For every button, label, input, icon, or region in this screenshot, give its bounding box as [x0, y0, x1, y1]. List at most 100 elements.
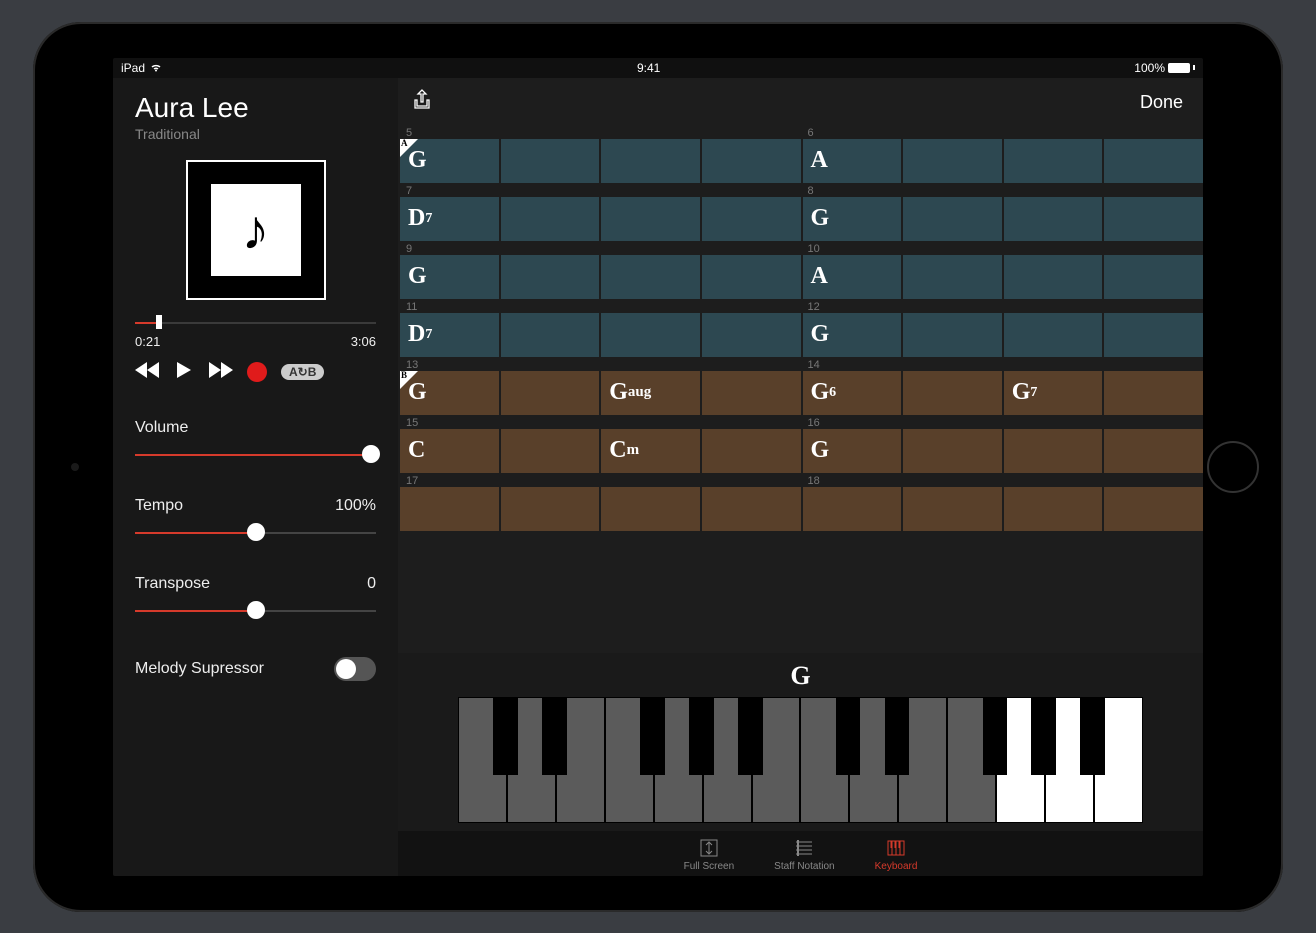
chord-cell[interactable] [501, 371, 600, 415]
chord-cell[interactable] [1104, 371, 1203, 415]
chord-cell[interactable] [400, 487, 499, 531]
home-button[interactable] [1207, 441, 1259, 493]
black-key[interactable] [1080, 697, 1105, 775]
wifi-icon [149, 61, 163, 75]
chord-cells[interactable]: GA [400, 255, 1203, 299]
chord-cell[interactable]: D7 [400, 313, 499, 357]
chord-cell[interactable]: G [803, 197, 902, 241]
chord-cell[interactable] [1004, 139, 1103, 183]
transpose-slider[interactable] [135, 601, 376, 619]
black-key[interactable] [542, 697, 567, 775]
chord-row: 56AGA [400, 127, 1203, 183]
chord-cell[interactable] [903, 255, 1002, 299]
black-key[interactable] [1031, 697, 1056, 775]
chord-cell[interactable] [903, 313, 1002, 357]
chord-cells[interactable]: BGGaugG6G7 [400, 371, 1203, 415]
share-icon[interactable] [410, 88, 434, 117]
chord-cell[interactable]: G6 [803, 371, 902, 415]
chord-cell[interactable] [1104, 139, 1203, 183]
chord-cells[interactable]: D7 G [400, 313, 1203, 357]
chord-cell[interactable] [601, 139, 700, 183]
chord-cell[interactable] [601, 255, 700, 299]
black-key[interactable] [983, 697, 1008, 775]
chord-cells[interactable]: D7 G [400, 197, 1203, 241]
done-button[interactable]: Done [1140, 92, 1183, 113]
tab-keyboard-label: Keyboard [875, 861, 918, 872]
chord-cell[interactable] [1104, 487, 1203, 531]
chord-cell[interactable]: D7 [400, 197, 499, 241]
black-key[interactable] [885, 697, 910, 775]
ab-loop-button[interactable]: A↻B [281, 364, 324, 380]
chord-cell[interactable] [1004, 197, 1103, 241]
chord-cell[interactable] [1004, 313, 1103, 357]
chord-cell[interactable] [903, 429, 1002, 473]
playback-scrubber[interactable] [135, 314, 376, 330]
chord-cells[interactable]: AGA [400, 139, 1203, 183]
chord-cell[interactable] [803, 487, 902, 531]
chord-cell[interactable] [1104, 429, 1203, 473]
album-art[interactable]: ♪ [186, 160, 326, 300]
status-time: 9:41 [637, 61, 660, 75]
black-key[interactable] [689, 697, 714, 775]
chord-grid[interactable]: 56AGA78D7G910GA1112D7G1314BGGaugG6G71516… [398, 127, 1203, 653]
chord-cell[interactable] [1004, 255, 1103, 299]
chord-cell[interactable] [702, 255, 801, 299]
measure-number: 7 [400, 185, 802, 197]
chord-cell[interactable] [501, 197, 600, 241]
chord-row: 1112D7G [400, 301, 1203, 357]
black-key[interactable] [836, 697, 861, 775]
chord-cell[interactable]: Cm [601, 429, 700, 473]
chord-cell[interactable] [1004, 429, 1103, 473]
chord-cell[interactable] [501, 255, 600, 299]
chord-cell[interactable]: G [803, 429, 902, 473]
chord-cell[interactable] [1104, 255, 1203, 299]
tab-staff-notation[interactable]: Staff Notation [774, 837, 834, 872]
chord-cell[interactable] [601, 197, 700, 241]
chord-cell[interactable]: G [400, 255, 499, 299]
chord-cell[interactable] [501, 429, 600, 473]
chord-cell[interactable] [501, 139, 600, 183]
chord-cell[interactable] [1104, 197, 1203, 241]
melody-suppressor-toggle[interactable] [334, 657, 376, 681]
tab-keyboard[interactable]: Keyboard [875, 837, 918, 872]
measure-number: 16 [802, 417, 1204, 429]
chord-cells[interactable]: C Cm G [400, 429, 1203, 473]
chord-cell[interactable] [702, 313, 801, 357]
black-key[interactable] [640, 697, 665, 775]
chord-cell[interactable] [702, 487, 801, 531]
piano-keyboard[interactable] [458, 697, 1143, 823]
chord-cell[interactable] [903, 197, 1002, 241]
chord-cell[interactable]: C [400, 429, 499, 473]
record-button[interactable] [247, 362, 267, 382]
chord-cell[interactable] [601, 487, 700, 531]
chord-cell[interactable] [501, 313, 600, 357]
chord-cell[interactable] [702, 371, 801, 415]
chord-cell[interactable] [903, 487, 1002, 531]
rewind-button[interactable] [135, 359, 161, 385]
play-button[interactable] [175, 359, 193, 385]
chord-cell[interactable]: Gaug [601, 371, 700, 415]
camera-dot [71, 463, 79, 471]
main-header: Done [398, 78, 1203, 127]
chord-cell[interactable] [702, 139, 801, 183]
chord-cell[interactable] [702, 197, 801, 241]
volume-label: Volume [135, 419, 188, 437]
chord-cell[interactable] [1004, 487, 1103, 531]
chord-cell[interactable] [501, 487, 600, 531]
chord-cell[interactable] [903, 139, 1002, 183]
volume-slider[interactable] [135, 445, 376, 463]
chord-cell[interactable]: A [803, 255, 902, 299]
chord-cell[interactable] [1104, 313, 1203, 357]
black-key[interactable] [493, 697, 518, 775]
fast-forward-button[interactable] [207, 359, 233, 385]
chord-cell[interactable] [601, 313, 700, 357]
chord-cell[interactable]: A [803, 139, 902, 183]
chord-cell[interactable]: G7 [1004, 371, 1103, 415]
black-key[interactable] [738, 697, 763, 775]
tab-full-screen[interactable]: Full Screen [684, 837, 735, 872]
chord-cell[interactable]: G [803, 313, 902, 357]
chord-cells[interactable] [400, 487, 1203, 531]
tempo-slider[interactable] [135, 523, 376, 541]
chord-cell[interactable] [903, 371, 1002, 415]
chord-cell[interactable] [702, 429, 801, 473]
